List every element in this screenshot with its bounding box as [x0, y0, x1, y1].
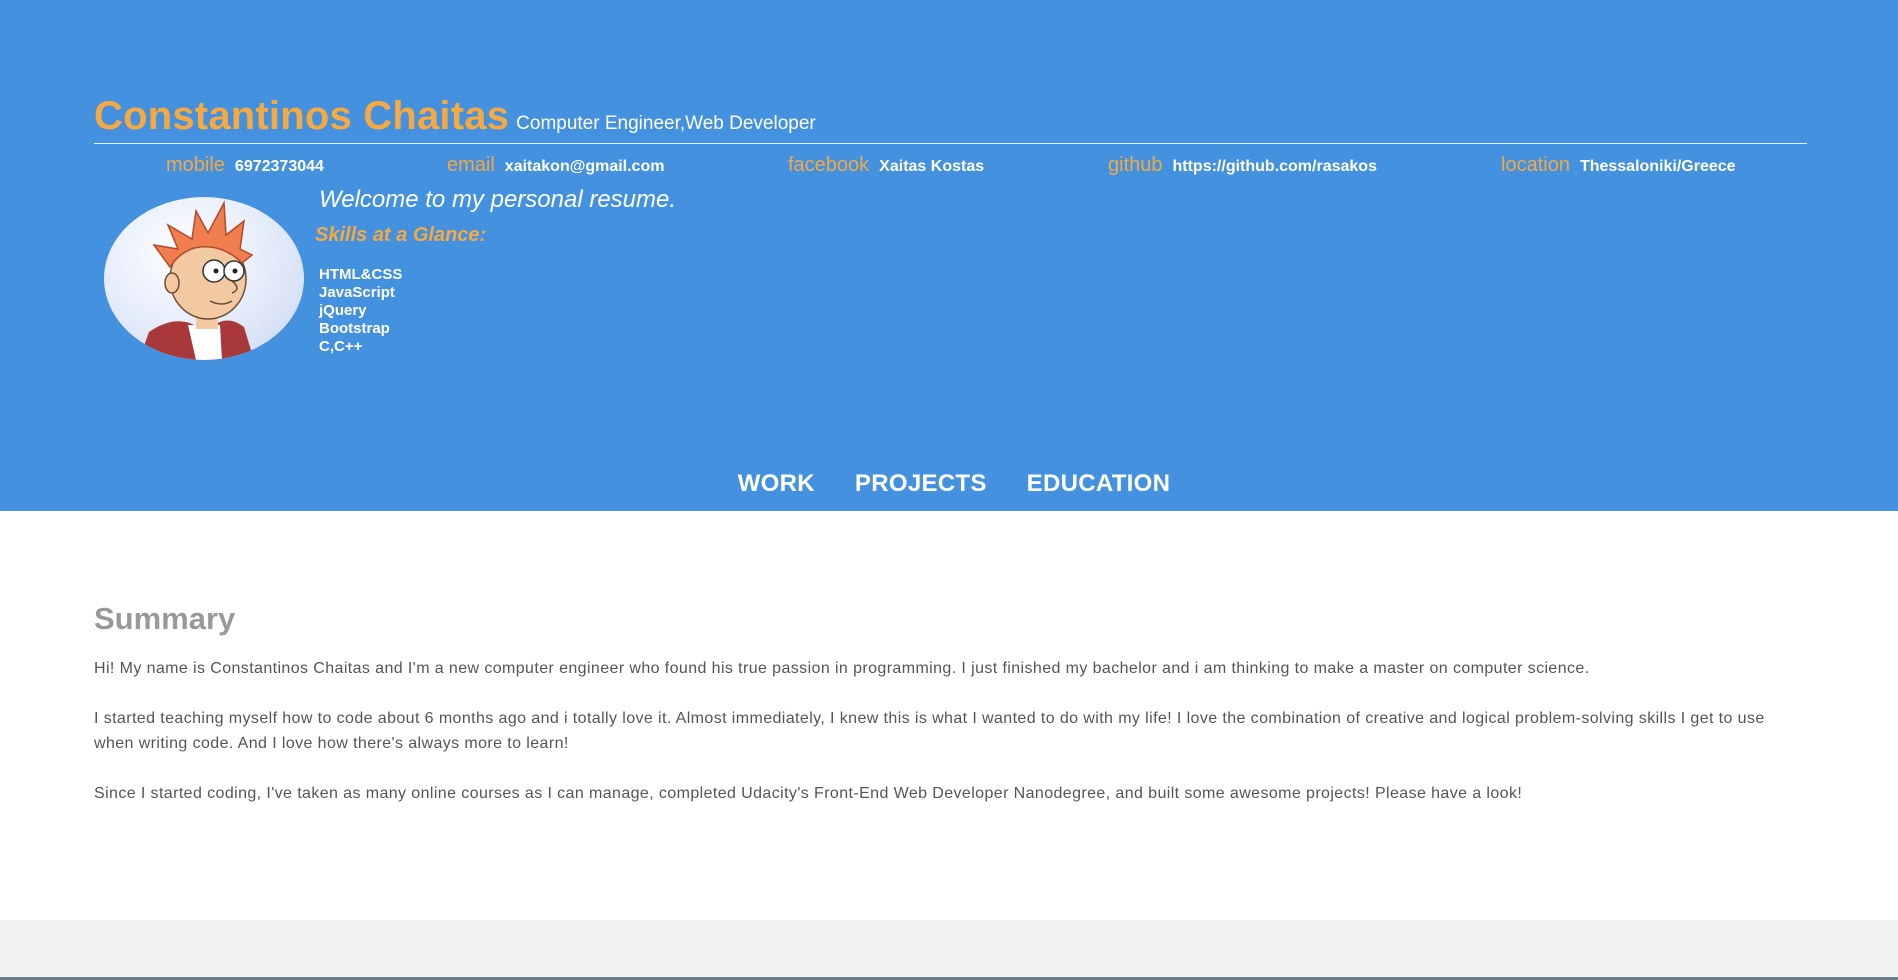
summary-section: Summary Hi! My name is Constantinos Chai…	[0, 511, 1898, 920]
cartoon-character-avatar-icon	[139, 200, 254, 360]
nav-projects[interactable]: PROJECTS	[855, 470, 987, 498]
contact-label: facebook	[788, 154, 870, 176]
contact-value[interactable]: 6972373044	[235, 158, 324, 176]
skill-item: jQuery	[319, 302, 367, 319]
skills-list: HTML&CSS JavaScript jQuery Bootstrap C,C…	[319, 266, 402, 356]
skill-item: Bootstrap	[319, 320, 390, 337]
contact-facebook: facebook Xaitas Kostas	[788, 154, 984, 177]
contact-label: location	[1501, 154, 1570, 176]
summary-paragraph: I started teaching myself how to code ab…	[94, 710, 1765, 752]
avatar	[104, 197, 304, 360]
contact-value: Thessaloniki/Greece	[1579, 158, 1736, 175]
contact-label: email	[447, 154, 495, 176]
contact-label: mobile	[166, 154, 225, 176]
summary-paragraph: Hi! My name is Constantinos Chaitas and …	[94, 660, 1590, 677]
contact-value[interactable]: https://github.com/rasakos	[1173, 158, 1377, 176]
role-title: Computer Engineer,Web Developer	[516, 113, 816, 134]
nav-work[interactable]: WORK	[738, 470, 815, 498]
skills-title: Skills at a Glance:	[315, 224, 487, 246]
skill-item: C,C++	[319, 338, 363, 355]
contact-label: github	[1108, 154, 1163, 176]
contact-email: email xaitakon@gmail.com	[447, 154, 664, 177]
header: Constantinos Chaitas Computer Engineer,W…	[0, 0, 1898, 511]
skill-item: JavaScript	[319, 284, 395, 301]
contact-value[interactable]: Xaitas Kostas	[879, 158, 984, 176]
main-nav: WORK PROJECTS EDUCATION	[0, 470, 1898, 498]
contact-value[interactable]: xaitakon@gmail.com	[505, 158, 665, 176]
person-name: Constantinos Chaitas	[94, 94, 510, 138]
contact-location: location Thessaloniki/Greece	[1501, 154, 1736, 177]
summary-paragraph: Since I started coding, I've taken as ma…	[94, 785, 1523, 802]
nav-education[interactable]: EDUCATION	[1027, 470, 1171, 498]
summary-title: Summary	[94, 601, 236, 636]
welcome-text: Welcome to my personal resume.	[319, 186, 677, 213]
header-divider	[94, 143, 1807, 144]
name-row: Constantinos Chaitas Computer Engineer,W…	[94, 94, 816, 139]
contact-mobile: mobile 6972373044	[166, 154, 324, 177]
skill-item: HTML&CSS	[319, 266, 403, 283]
contact-github: github https://github.com/rasakos	[1108, 154, 1377, 177]
